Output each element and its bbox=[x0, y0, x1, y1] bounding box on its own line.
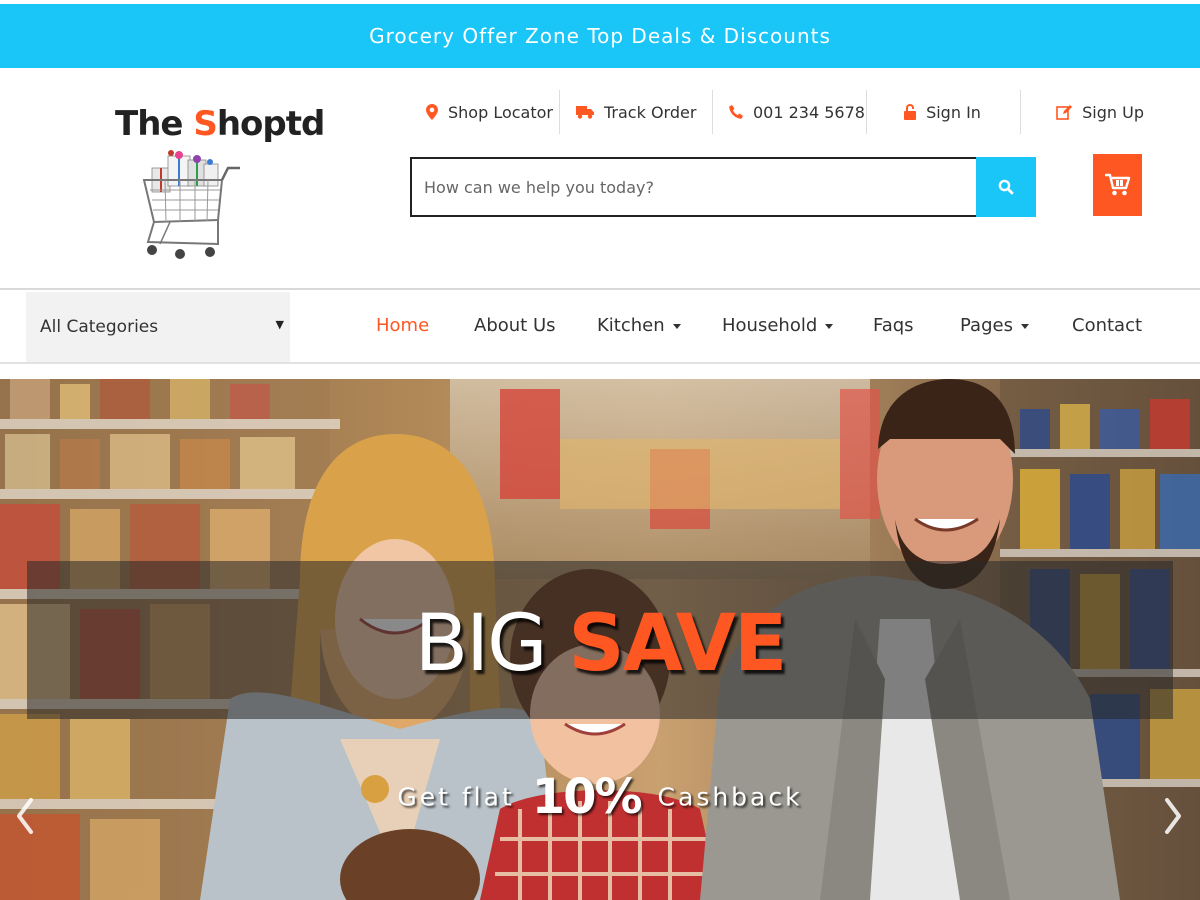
search-button[interactable] bbox=[976, 157, 1036, 217]
hero-title-white: BIG bbox=[414, 599, 569, 689]
cart-button[interactable] bbox=[1093, 154, 1142, 216]
category-select[interactable]: All Categories ▼ bbox=[26, 292, 290, 362]
sign-up-link[interactable]: Sign Up bbox=[1021, 90, 1146, 134]
nav-about-us-label: About Us bbox=[474, 315, 556, 336]
nav-household[interactable]: Household bbox=[722, 315, 834, 336]
phone-link[interactable]: 001 234 5678 bbox=[713, 90, 867, 134]
nav-contact-label: Contact bbox=[1072, 315, 1143, 336]
logo-text-he: he bbox=[137, 104, 194, 144]
truck-icon bbox=[576, 105, 594, 119]
chevron-left-icon bbox=[17, 798, 33, 834]
site-header: The Shoptd Shop Locator Track Order 001 … bbox=[0, 68, 1200, 290]
nav-household-label: Household bbox=[722, 315, 818, 336]
hero-subtitle: Get flat 10% Cashback bbox=[0, 769, 1200, 825]
shopping-cart-logo-icon bbox=[142, 150, 240, 259]
caret-down-icon bbox=[825, 324, 834, 329]
nav-faqs-label: Faqs bbox=[873, 315, 914, 336]
phone-number: 001 234 5678 bbox=[753, 102, 865, 122]
hero-subtitle-before: Get flat bbox=[397, 782, 526, 812]
sign-in-link[interactable]: Sign In bbox=[867, 90, 1021, 134]
shop-locator-label: Shop Locator bbox=[448, 102, 553, 122]
main-navigation: All Categories ▼ Home About Us Kitchen H… bbox=[0, 290, 1200, 364]
sign-in-label: Sign In bbox=[926, 102, 981, 122]
slider-next-button[interactable] bbox=[1156, 789, 1190, 843]
edit-icon bbox=[1056, 104, 1073, 120]
sign-up-label: Sign Up bbox=[1082, 102, 1144, 122]
nav-home[interactable]: Home bbox=[376, 315, 429, 336]
logo-letter-s: S bbox=[193, 104, 217, 144]
logo-letter-t: T bbox=[115, 104, 138, 144]
phone-icon bbox=[729, 105, 743, 119]
caret-down-icon bbox=[1020, 324, 1029, 329]
promo-text: Grocery Offer Zone Top Deals & Discounts bbox=[369, 24, 831, 48]
search-icon bbox=[998, 179, 1014, 195]
track-order-link[interactable]: Track Order bbox=[560, 90, 713, 134]
track-order-label: Track Order bbox=[604, 102, 697, 122]
hero-slider: BIG SAVE Get flat 10% Cashback bbox=[0, 379, 1200, 900]
category-select-value: All Categories bbox=[40, 317, 159, 337]
shop-locator-link[interactable]: Shop Locator bbox=[410, 90, 560, 134]
nav-contact[interactable]: Contact bbox=[1072, 315, 1142, 336]
nav-pages[interactable]: Pages bbox=[960, 315, 1029, 336]
hero-subtitle-after: Cashback bbox=[646, 782, 803, 812]
dropdown-arrow-icon: ▼ bbox=[275, 317, 284, 331]
nav-about-us[interactable]: About Us bbox=[474, 315, 556, 336]
logo-text-hoptd: hoptd bbox=[216, 104, 325, 144]
site-logo[interactable]: The Shoptd bbox=[115, 104, 325, 144]
hero-subtitle-percent: 10% bbox=[531, 769, 643, 825]
promo-bar: Grocery Offer Zone Top Deals & Discounts bbox=[0, 4, 1200, 68]
nav-kitchen[interactable]: Kitchen bbox=[597, 315, 681, 336]
hero-title-accent: SAVE bbox=[568, 599, 787, 689]
header-top-links: Shop Locator Track Order 001 234 5678 Si… bbox=[410, 90, 1146, 134]
caret-down-icon bbox=[672, 324, 681, 329]
search-input[interactable] bbox=[410, 157, 976, 217]
chevron-right-icon bbox=[1165, 798, 1181, 834]
nav-pages-label: Pages bbox=[960, 315, 1013, 336]
cart-icon bbox=[1104, 173, 1130, 196]
nav-kitchen-label: Kitchen bbox=[597, 315, 665, 336]
nav-home-label: Home bbox=[376, 315, 430, 336]
nav-faqs[interactable]: Faqs bbox=[873, 315, 914, 336]
map-marker-icon bbox=[426, 104, 438, 120]
hero-title: BIG SAVE bbox=[0, 599, 1200, 689]
slider-prev-button[interactable] bbox=[8, 789, 42, 843]
unlock-icon bbox=[904, 104, 917, 120]
